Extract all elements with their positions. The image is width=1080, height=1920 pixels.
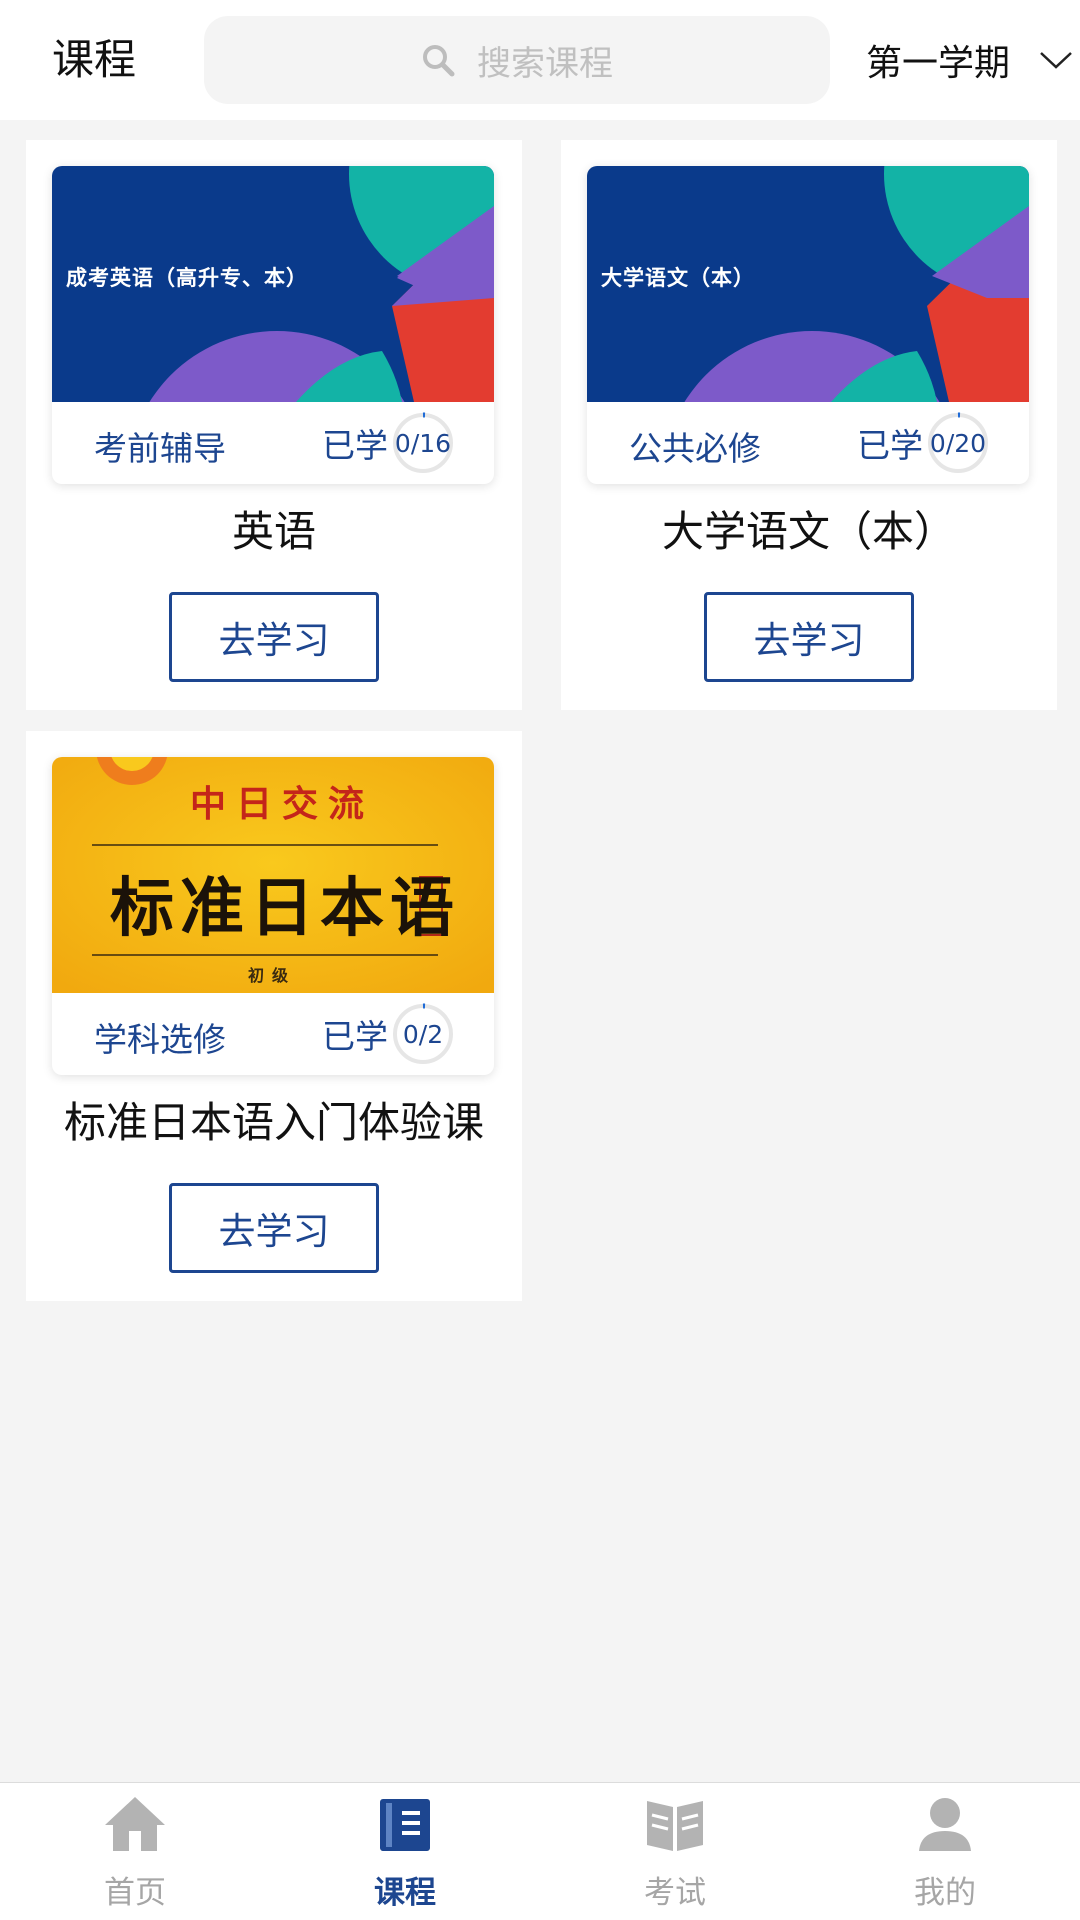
page-title: 课程 [52,35,137,84]
course-card-english[interactable]: 成考英语（高升专、本） 考前辅导 已学 0/16 英语 去学习 [26,140,522,710]
go-study-button[interactable]: 去学习 [169,592,379,682]
progress-ring: 0/2 [392,1003,454,1065]
tab-courses[interactable]: 课程 [270,1783,540,1920]
progress-ring: 0/20 [927,412,989,474]
go-study-button[interactable]: 去学习 [169,1183,379,1273]
learned-label: 已学 [322,426,388,465]
tab-label: 首页 [104,1875,166,1911]
semester-label: 第一学期 [866,43,1011,84]
exam-book-icon [647,1801,703,1851]
progress-count: 0/2 [402,1019,444,1049]
course-card-japanese[interactable]: 中日交流 标准日本语 初级 学科选修 已学 0/2 标准日本语入门体验课 去学习 [26,731,522,1301]
cover-title: 大学语文（本） [601,266,755,290]
course-meta-row: 公共必修 已学 0/20 [587,402,1029,484]
course-progress: 已学 0/20 [857,412,989,474]
course-progress: 已学 0/2 [322,1003,454,1065]
tab-home[interactable]: 首页 [0,1783,270,1920]
cover-series-text: 中日交流 [190,783,375,825]
course-meta-row: 学科选修 已学 0/2 [52,993,494,1075]
course-cover-image: 大学语文（本） [587,166,1029,402]
progress-count: 0/16 [394,428,452,458]
tab-label: 课程 [374,1875,436,1911]
cover-level-text: 初级 [248,966,297,985]
tab-exams[interactable]: 考试 [540,1783,810,1920]
course-card-chinese[interactable]: 大学语文（本） 公共必修 已学 0/20 大学语文（本） 去学习 [561,140,1057,710]
chevron-down-icon [1040,52,1072,69]
course-book-icon [380,1799,430,1851]
tab-label: 考试 [644,1875,706,1911]
cover-book-title: 标准日本语 [110,871,460,946]
course-progress: 已学 0/16 [322,412,454,474]
search-icon [423,45,455,77]
course-category: 考前辅导 [94,429,226,468]
progress-count: 0/20 [929,428,987,458]
course-cover-image: 中日交流 标准日本语 初级 [52,757,494,993]
tab-profile[interactable]: 我的 [810,1783,1080,1920]
course-name: 标准日本语入门体验课 [63,1098,484,1147]
tab-label: 我的 [914,1875,976,1911]
search-placeholder: 搜索课程 [477,43,613,84]
profile-icon [919,1798,971,1851]
learned-label: 已学 [857,426,923,465]
course-cover-panel: 成考英语（高升专、本） 考前辅导 已学 0/16 [52,166,494,484]
course-cover-image: 成考英语（高升专、本） [52,166,494,402]
course-name: 英语 [231,507,316,556]
go-study-button[interactable]: 去学习 [704,592,914,682]
top-bar: 课程 搜索课程 第一学期 [0,0,1080,120]
home-icon [105,1797,165,1851]
course-name: 大学语文（本） [661,507,956,556]
cover-title: 成考英语（高升专、本） [66,266,308,290]
course-cover-panel: 大学语文（本） 公共必修 已学 0/20 [587,166,1029,484]
progress-ring: 0/16 [392,412,454,474]
course-meta-row: 考前辅导 已学 0/16 [52,402,494,484]
bottom-tab-bar: 首页 课程 考试 我的 [0,1782,1080,1920]
learned-label: 已学 [322,1017,388,1056]
course-category: 学科选修 [94,1020,226,1059]
course-category: 公共必修 [629,429,761,468]
search-input[interactable]: 搜索课程 [204,16,830,104]
semester-selector[interactable]: 第一学期 [866,32,1074,88]
course-cover-panel: 中日交流 标准日本语 初级 学科选修 已学 0/2 [52,757,494,1075]
